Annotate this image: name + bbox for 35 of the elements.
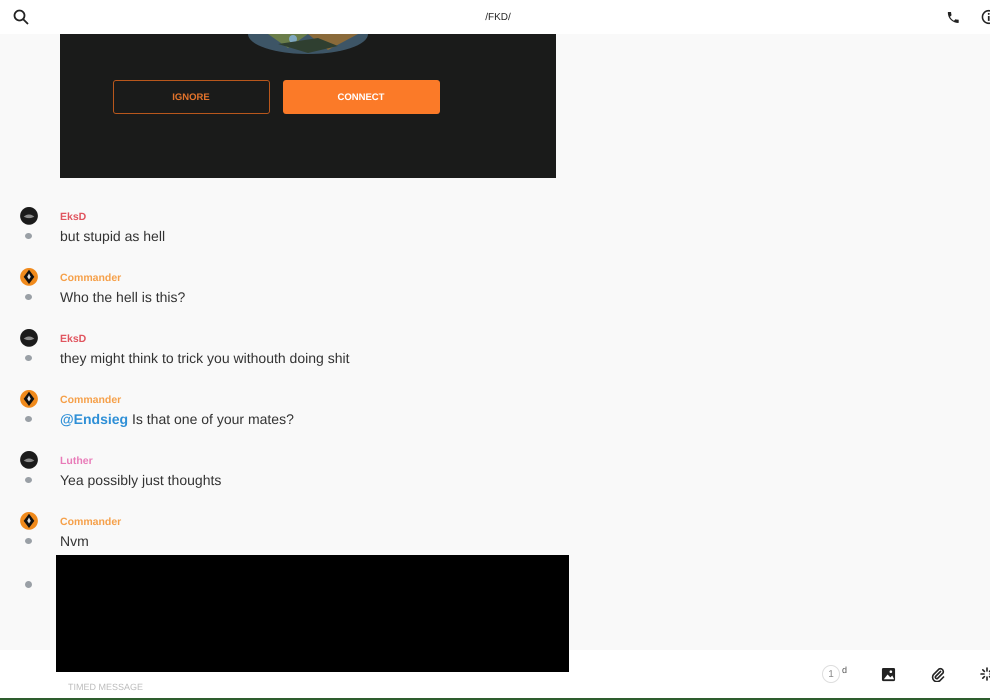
image-icon[interactable] [881, 666, 896, 682]
paperclip-icon[interactable] [930, 666, 946, 682]
status-dot [24, 538, 32, 544]
message-text: they might think to trick you withouth doing shit [60, 350, 350, 366]
sparkle-icon[interactable] [980, 667, 990, 681]
status-dot [24, 416, 32, 422]
phone-icon[interactable] [946, 10, 961, 24]
message-text: @Endsieg Is that one of your mates? [60, 411, 294, 427]
status-dot [24, 294, 32, 300]
avatar[interactable] [18, 268, 38, 286]
avatar[interactable] [18, 329, 38, 347]
avatar[interactable] [18, 207, 38, 225]
status-dot [24, 476, 32, 483]
search-icon[interactable] [13, 9, 29, 25]
author-name[interactable]: Commander [60, 394, 294, 406]
message-text: but stupid as hell [60, 228, 166, 244]
author-name[interactable]: Commander [60, 516, 122, 528]
ignore-button[interactable]: IGNORE [112, 80, 270, 114]
status-dot [24, 354, 32, 361]
message-text: Yea possibly just thoughts [60, 472, 222, 488]
mention-link[interactable]: @Endsieg [60, 411, 128, 427]
chat-title: /FKD/ [485, 12, 511, 22]
status-dot [24, 232, 32, 239]
author-name[interactable]: EksD [60, 333, 350, 345]
author-name[interactable]: Luther [60, 455, 222, 467]
status-dot [24, 581, 32, 588]
connect-button[interactable]: CONNECT [282, 80, 440, 114]
message-text: Who the hell is this? [60, 289, 186, 305]
avatar[interactable] [18, 451, 38, 469]
author-name[interactable]: EksD [60, 211, 166, 223]
avatar[interactable] [18, 390, 38, 408]
avatar[interactable] [18, 512, 38, 530]
message-field[interactable]: TIMED MESSAGE [68, 682, 144, 692]
author-name[interactable]: Commander [60, 272, 186, 284]
message-text: Nvm [60, 533, 90, 549]
